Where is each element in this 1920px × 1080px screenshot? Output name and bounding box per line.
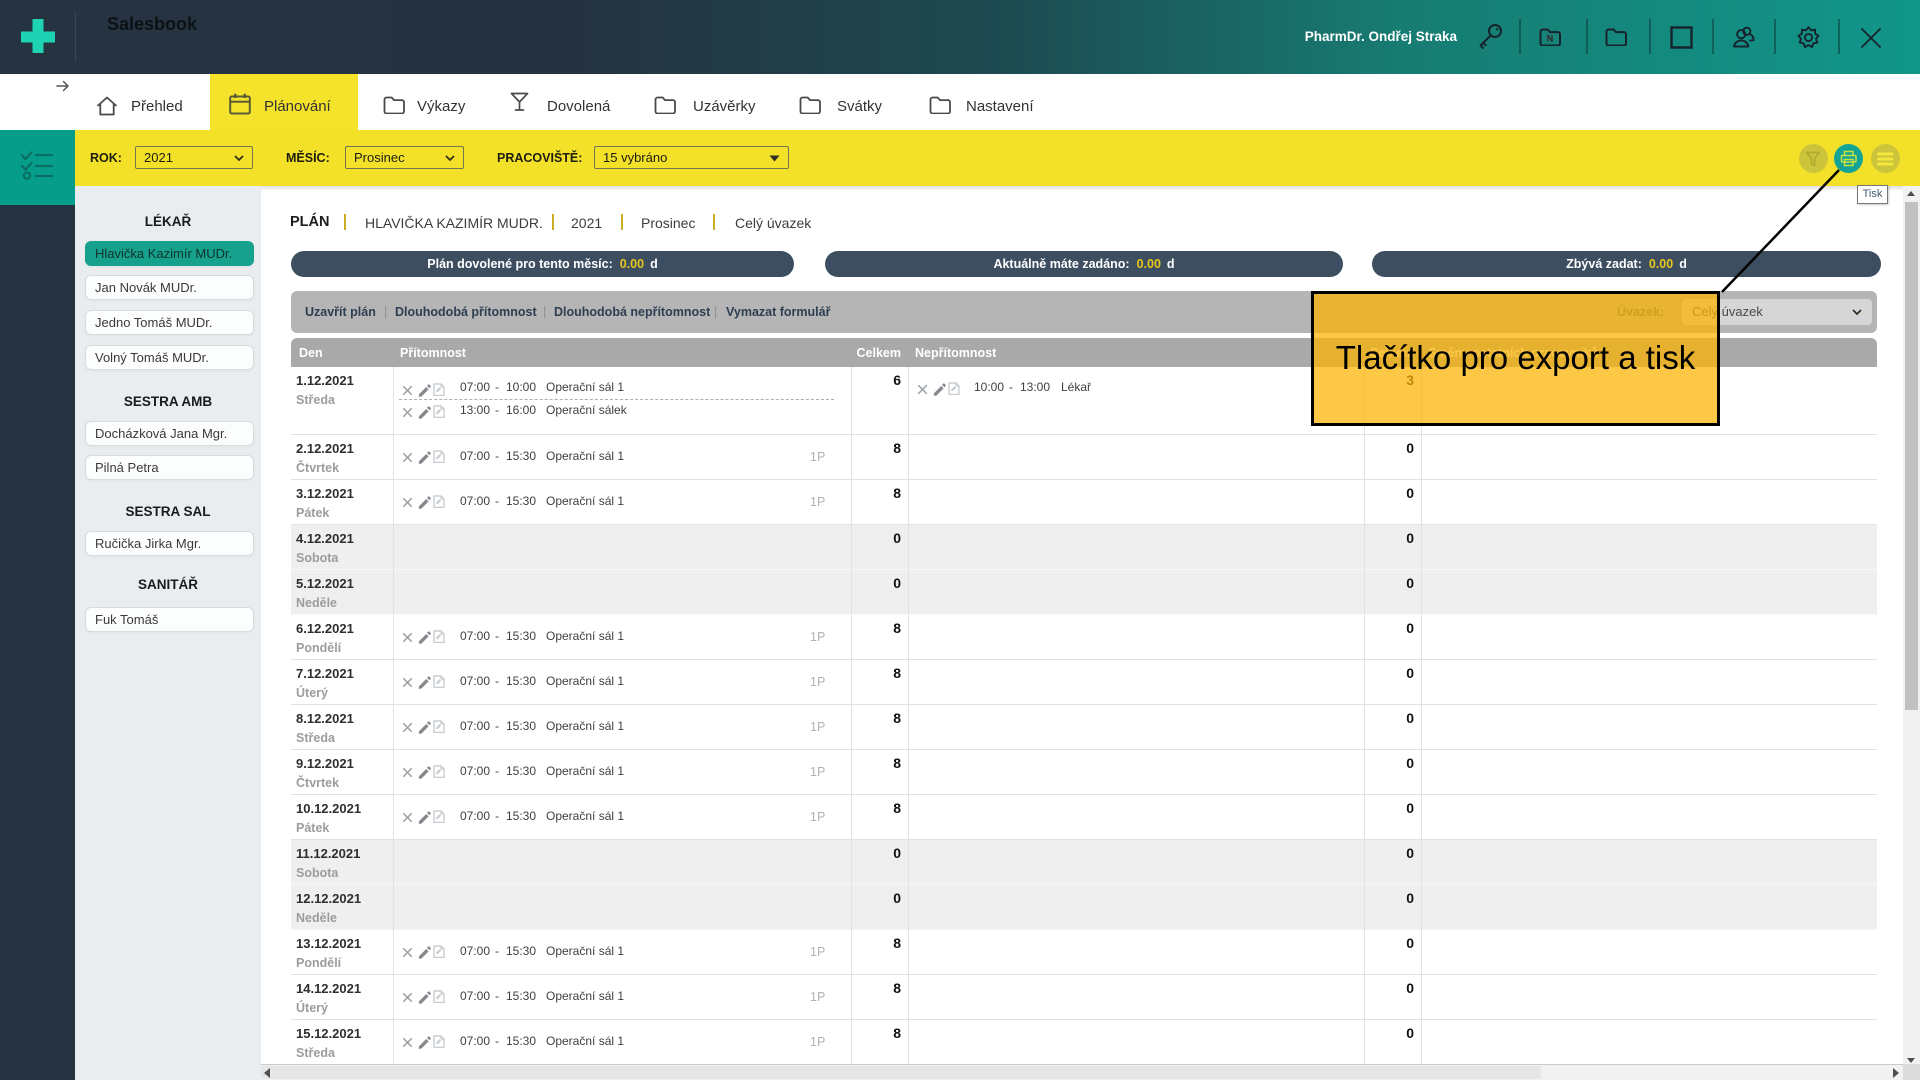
svg-text:N: N xyxy=(1547,34,1554,44)
